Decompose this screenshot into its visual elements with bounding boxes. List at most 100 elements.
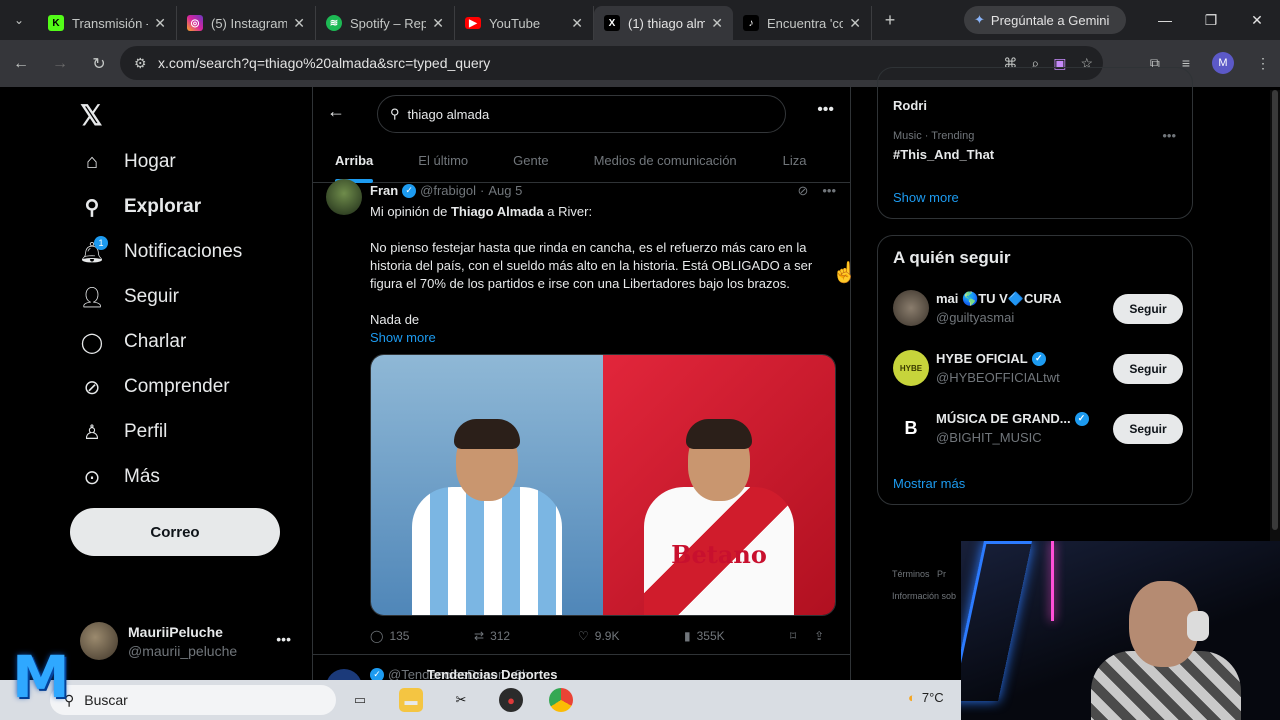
browser-tab-tiktok[interactable]: ♪ Encuentra 'co ✕: [733, 6, 872, 40]
show-more-link[interactable]: Mostrar más: [893, 476, 965, 491]
close-icon[interactable]: ✕: [711, 15, 723, 32]
media-image-argentina[interactable]: [371, 355, 603, 615]
browser-tab-kick[interactable]: K Transmisión - ✕: [38, 6, 177, 40]
follow-name-text: HYBE OFICIAL: [936, 351, 1028, 366]
follow-button[interactable]: Seguir: [1113, 354, 1183, 384]
nav-item-profile[interactable]: ♙ Perfil: [80, 420, 167, 444]
share-icon[interactable]: ⇪: [814, 629, 824, 643]
follow-button[interactable]: Seguir: [1113, 414, 1183, 444]
show-more-link[interactable]: Show more: [370, 329, 830, 347]
tweet-date[interactable]: Aug 5: [488, 183, 522, 198]
nav-item-notifications[interactable]: 🔔︎ 1 Notificaciones: [79, 236, 242, 264]
follow-name[interactable]: MÚSICA DE GRAND... ✓: [936, 411, 1089, 426]
trend-item[interactable]: #This_And_That: [893, 147, 994, 162]
author-name[interactable]: Tendencias Deportes: [427, 667, 558, 680]
browser-tab-spotify[interactable]: ≋ Spotify – Repr ✕: [316, 6, 455, 40]
grok-icon[interactable]: ⊘: [797, 183, 808, 199]
close-icon[interactable]: ✕: [154, 15, 166, 32]
reply-button[interactable]: ◯ 135: [370, 629, 474, 643]
more-icon[interactable]: •••: [1162, 128, 1176, 143]
x-logo-icon[interactable]: 𝕏: [80, 99, 108, 131]
tab-media[interactable]: Medios de comunicación: [594, 139, 737, 183]
follow-name[interactable]: HYBE OFICIAL ✓: [936, 351, 1046, 366]
weather-widget[interactable]: ◐ 7°C: [908, 690, 944, 705]
chrome-icon[interactable]: [549, 688, 573, 712]
nav-item-explore[interactable]: ⚲ Explorar: [80, 195, 201, 219]
nav-item-more[interactable]: ⊙ Más: [80, 465, 160, 489]
profile-avatar[interactable]: M: [1212, 52, 1234, 74]
nav-item-home[interactable]: ⌂ Hogar: [80, 150, 176, 174]
tweet-media[interactable]: Betano: [370, 354, 836, 616]
browser-tab-youtube[interactable]: ▶ YouTube ✕: [455, 6, 594, 40]
minimize-icon[interactable]: —: [1142, 0, 1188, 40]
follow-suggestion[interactable]: mai 🌎TU V🔷CURA @guiltyasmai Seguir: [893, 288, 1183, 328]
follow-name[interactable]: mai 🌎TU V🔷CURA: [936, 291, 1062, 307]
more-icon[interactable]: •••: [817, 101, 834, 119]
more-icon[interactable]: •••: [276, 631, 291, 647]
author-name[interactable]: Fran: [370, 183, 398, 198]
tab-search-icon[interactable]: ⌄: [0, 0, 38, 40]
post-button[interactable]: Correo: [70, 508, 280, 556]
close-icon[interactable]: ✕: [293, 15, 305, 32]
search-input[interactable]: ⚲ thiago almada: [377, 95, 786, 133]
author-handle[interactable]: @frabigol: [420, 183, 476, 198]
verified-badge-icon: ✓: [370, 667, 384, 680]
close-icon[interactable]: ✕: [432, 15, 444, 32]
show-more-link[interactable]: Show more: [893, 190, 959, 205]
reload-button[interactable]: ↻: [81, 46, 117, 82]
nav-item-follow[interactable]: 👤︎ Seguir: [79, 285, 179, 309]
nav-item-grok[interactable]: ⊘ Comprender: [80, 375, 230, 399]
task-view-icon[interactable]: ▭: [348, 688, 372, 712]
restore-icon[interactable]: ❐: [1188, 0, 1234, 40]
new-tab-button[interactable]: +: [872, 10, 908, 31]
repost-count: 312: [490, 629, 511, 643]
account-switcher[interactable]: MauriiPeluche @maurii_peluche •••: [80, 619, 295, 663]
obs-icon[interactable]: ●: [499, 688, 523, 712]
tab-people[interactable]: Gente: [513, 139, 548, 183]
media-image-river[interactable]: Betano: [603, 355, 835, 615]
forward-button[interactable]: →: [42, 46, 78, 82]
capcut-icon[interactable]: ✂: [449, 688, 473, 712]
footer-link[interactable]: Información sob: [892, 585, 956, 607]
follow-suggestion[interactable]: HYBE HYBE OFICIAL ✓ @HYBEOFFICIALtwt Segu…: [893, 348, 1183, 388]
file-explorer-icon[interactable]: ▬: [399, 688, 423, 712]
close-window-icon[interactable]: ✕: [1234, 0, 1280, 40]
browser-tab-instagram[interactable]: ◎ (5) Instagram ✕: [177, 6, 316, 40]
search-query: thiago almada: [407, 106, 490, 122]
spotify-icon: ≋: [326, 15, 342, 31]
site-settings-icon[interactable]: ⚙: [134, 55, 147, 72]
taskbar-search[interactable]: ⚲ Buscar: [50, 685, 336, 715]
back-button[interactable]: ←: [3, 46, 39, 82]
like-button[interactable]: ♡ 9.9K: [578, 629, 684, 643]
scrollbar-thumb[interactable]: [1272, 90, 1278, 530]
trend-item[interactable]: Rodri: [893, 98, 927, 113]
tab-lists[interactable]: Liza: [783, 139, 807, 183]
close-icon[interactable]: ✕: [849, 15, 861, 32]
tweet-intro-bold: Thiago Almada: [450, 204, 544, 219]
footer-link[interactable]: Términos Pr: [892, 563, 956, 585]
browser-menu-icon[interactable]: ⋮: [1256, 55, 1270, 72]
nav-item-chat[interactable]: ◯ Charlar: [80, 330, 187, 354]
tab-latest[interactable]: El último: [418, 139, 468, 183]
repost-button[interactable]: ⇄ 312: [474, 629, 578, 643]
follow-suggestion[interactable]: B MÚSICA DE GRAND... ✓ @BIGHIT_MUSIC Segu…: [893, 408, 1183, 448]
close-icon[interactable]: ✕: [571, 15, 583, 32]
back-arrow-icon[interactable]: ←: [327, 101, 345, 122]
avatar[interactable]: [326, 669, 362, 680]
tweet[interactable]: Tendencias Deportes ✓ @TendenciasDepor ·…: [313, 667, 850, 680]
gemini-button[interactable]: ✦ Pregúntale a Gemini: [964, 6, 1126, 34]
avatar[interactable]: [893, 290, 929, 326]
views-button[interactable]: ▮ 355K: [684, 629, 790, 643]
add-person-icon: 👤︎: [79, 286, 105, 309]
bookmark-icon[interactable]: ⌑: [790, 629, 796, 643]
tab-top[interactable]: Arriba: [335, 139, 374, 183]
follow-button[interactable]: Seguir: [1113, 294, 1183, 324]
more-icon[interactable]: •••: [822, 183, 836, 199]
follow-name-text: MÚSICA DE GRAND...: [936, 411, 1071, 426]
avatar[interactable]: HYBE: [893, 350, 929, 386]
argentina-jersey: [412, 487, 562, 615]
browser-tab-x[interactable]: X (1) thiago alm ✕: [594, 6, 733, 40]
avatar[interactable]: [326, 179, 362, 215]
tweet[interactable]: Fran ✓ @frabigol · Aug 5 ⊘ ••• Mi opinió…: [313, 179, 850, 655]
avatar[interactable]: B: [893, 410, 929, 446]
